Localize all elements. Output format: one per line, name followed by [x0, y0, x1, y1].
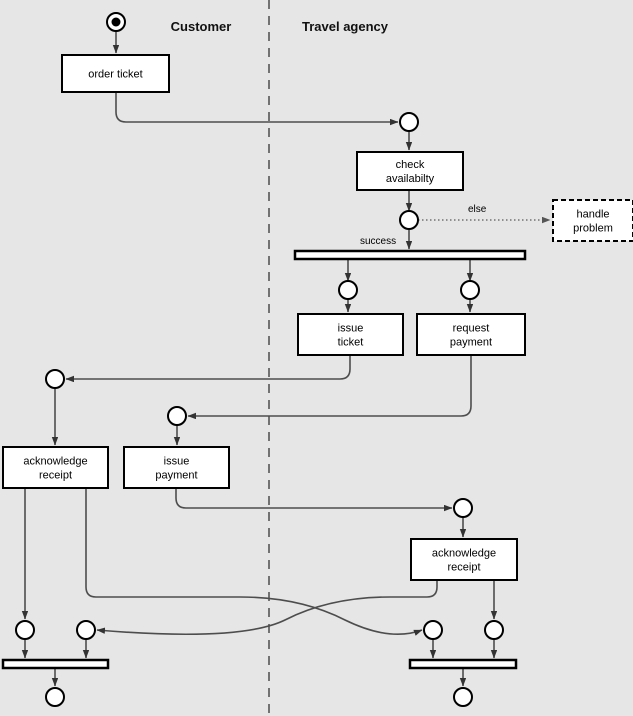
- lane-title-customer: Customer: [171, 19, 232, 34]
- pin-pin_decision[interactable]: [399, 210, 419, 230]
- guard_success: success: [360, 236, 396, 247]
- guard_else: else: [468, 204, 487, 215]
- activity-box-request_payment[interactable]: [416, 313, 526, 356]
- pin-pin_issue_ticket[interactable]: [338, 280, 358, 300]
- activity-label-order_ticket: order ticket: [88, 69, 142, 81]
- pin-end_left[interactable]: [45, 687, 65, 707]
- pin-pin_join_l1[interactable]: [15, 620, 35, 640]
- activity-label-check_availability: check: [396, 159, 425, 171]
- swimlane-titles: Customer Travel agency: [171, 19, 389, 34]
- activity-label-issue_payment: issue: [164, 456, 190, 468]
- control-flow-edges: [21, 31, 551, 687]
- activity-box-issue_ticket[interactable]: [297, 313, 404, 356]
- flow-f_issueticket_ackl: [65, 355, 351, 383]
- activity-label-request_payment: request: [453, 323, 490, 335]
- pin-pin_ack_right[interactable]: [453, 498, 473, 518]
- pin-pin_join_r1[interactable]: [423, 620, 443, 640]
- activity-box-issue_payment[interactable]: [123, 446, 230, 489]
- activity-label-ack_receipt_left: acknowledge: [23, 456, 87, 468]
- initial-node: [106, 12, 126, 32]
- flow-f_requestpay_issuep: [187, 355, 472, 420]
- diagram-svg: order ticket check availabilty handle proble…: [1, 0, 633, 716]
- activity-label-issue_ticket: issue: [338, 323, 364, 335]
- activity-nodes: order ticket check availabilty handle proble…: [2, 54, 633, 581]
- join_bar_left: [1, 658, 110, 670]
- fork_bar: [293, 249, 527, 261]
- activity-diagram-canvas: order ticket check availabilty handle proble…: [0, 0, 633, 716]
- pin-pin_check_in[interactable]: [399, 112, 419, 132]
- flow-f_ackl_cross_right: [85, 488, 423, 636]
- pin-pin_request_pay[interactable]: [460, 280, 480, 300]
- flow-f_order_check: [115, 92, 399, 126]
- activity-label-handle_problem: handle: [576, 209, 609, 221]
- lane-title-travel_agency: Travel agency: [302, 19, 389, 34]
- flow-f_ackr_cross_left: [96, 580, 438, 636]
- activity-label-ack_receipt_right: receipt: [447, 562, 480, 574]
- activity-box-handle_problem[interactable]: [552, 199, 633, 242]
- activity-label-handle_problem: problem: [573, 223, 613, 235]
- pin-nodes: [15, 112, 504, 707]
- pin-pin_join_r2[interactable]: [484, 620, 504, 640]
- pin-end_right[interactable]: [453, 687, 473, 707]
- pin-pin_join_l2[interactable]: [76, 620, 96, 640]
- activity-label-issue_payment: payment: [155, 470, 197, 482]
- join_bar_right: [408, 658, 518, 670]
- activity-label-check_availability: availabilty: [386, 173, 435, 185]
- initial-node-inner: [111, 17, 121, 27]
- pin-pin_ack_left[interactable]: [45, 369, 65, 389]
- activity-label-issue_ticket: ticket: [338, 337, 364, 349]
- pin-pin_issue_pay[interactable]: [167, 406, 187, 426]
- activity-label-request_payment: payment: [450, 337, 492, 349]
- flow-f_issuepay_ackr: [175, 488, 453, 512]
- activity-box-ack_receipt_left[interactable]: [2, 446, 109, 489]
- activity-label-ack_receipt_left: receipt: [39, 470, 72, 482]
- activity-label-ack_receipt_right: acknowledge: [432, 548, 496, 560]
- guard-labels: else success: [360, 204, 487, 247]
- activity-box-ack_receipt_right[interactable]: [410, 538, 518, 581]
